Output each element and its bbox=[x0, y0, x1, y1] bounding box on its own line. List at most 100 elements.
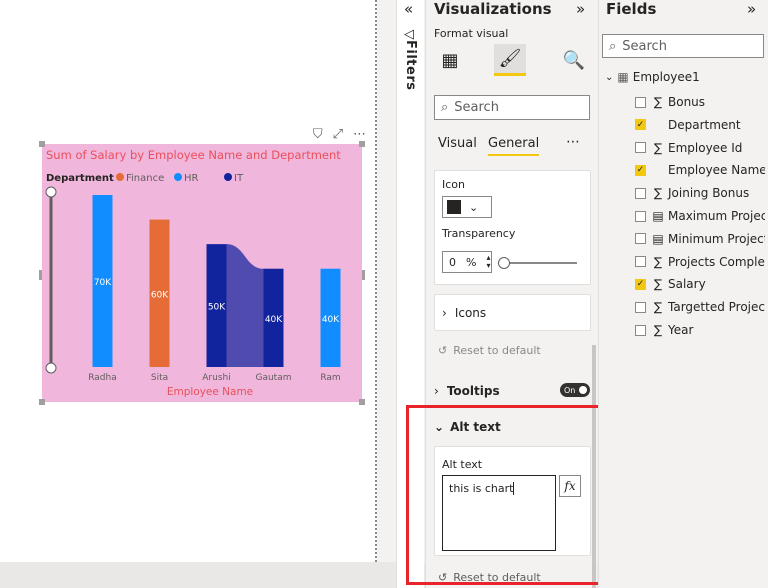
search-icon: ⌕ bbox=[441, 100, 449, 115]
chevron-down-icon: ⌄ bbox=[605, 71, 614, 83]
field-item[interactable]: ✓ Employee Name bbox=[635, 161, 765, 179]
field-item[interactable]: ▤ Minimum Projects bbox=[635, 230, 765, 248]
resize-handle-right[interactable] bbox=[362, 270, 365, 280]
tooltips-section[interactable]: › Tooltips On bbox=[434, 380, 591, 402]
field-checkbox[interactable] bbox=[635, 210, 646, 222]
transparency-input[interactable]: 0 % ▴ ▾ bbox=[442, 251, 492, 273]
transparency-label: Transparency bbox=[442, 227, 516, 240]
field-label: Employee Name bbox=[668, 163, 765, 178]
field-item[interactable]: ∑ Year bbox=[635, 321, 765, 339]
sigma-icon: ∑ bbox=[653, 186, 663, 201]
field-label: Projects Complet... bbox=[668, 254, 765, 269]
zoom-slider-handle-top bbox=[45, 186, 57, 198]
category-tick-label: Ram bbox=[320, 373, 340, 383]
collapse-fields-icon[interactable]: » bbox=[747, 0, 756, 18]
build-visual-icon[interactable]: ▦ bbox=[434, 44, 466, 76]
field-checkbox[interactable] bbox=[635, 142, 646, 154]
resize-handle-bottom-left[interactable] bbox=[39, 399, 45, 405]
icons-section-label: Icons bbox=[454, 305, 487, 320]
expand-filters-icon[interactable]: « bbox=[404, 0, 413, 18]
focus-mode-icon[interactable]: ⤢ bbox=[333, 127, 343, 143]
field-label: Salary bbox=[668, 277, 706, 292]
field-label: Joining Bonus bbox=[668, 186, 750, 201]
field-checkbox[interactable]: ✓ bbox=[635, 278, 646, 290]
legend-marker bbox=[174, 173, 182, 181]
fields-search-input[interactable]: ⌕ Search bbox=[602, 34, 764, 58]
search-icon: ⌕ bbox=[609, 38, 617, 54]
report-canvas[interactable]: ⛉ ⤢ ⋯ Sum of Salary by Employee Name and… bbox=[0, 0, 377, 562]
icon-settings-card: Icon ⌄ Transparency 0 % ▴ ▾ bbox=[434, 170, 591, 285]
sigma-icon: ∑ bbox=[653, 277, 663, 292]
field-checkbox[interactable]: ✓ bbox=[635, 119, 646, 131]
calculator-icon: ▤ bbox=[652, 231, 664, 246]
format-visual-icon[interactable]: 🖌 bbox=[494, 44, 526, 76]
visualizations-search-input[interactable]: ⌕ Search bbox=[434, 95, 590, 120]
color-swatch bbox=[447, 200, 461, 214]
field-checkbox[interactable]: ✓ bbox=[635, 164, 646, 176]
fields-pane: Fields » ⌕ Search ⌄ ▦ Employee1 ∑ Bonus ✓ D… bbox=[598, 0, 768, 588]
reset-to-default-link[interactable]: ↺ Reset to default bbox=[438, 344, 541, 357]
bar-chart-visual[interactable]: Sum of Salary by Employee Name and Depar… bbox=[39, 141, 365, 405]
sigma-icon: ∑ bbox=[653, 300, 663, 315]
icons-section[interactable]: › Icons bbox=[434, 294, 591, 331]
legend-entry: Finance bbox=[126, 173, 164, 184]
toggle-knob bbox=[579, 386, 587, 394]
field-checkbox[interactable] bbox=[635, 187, 646, 199]
transparency-unit: % bbox=[466, 255, 477, 269]
tab-general[interactable]: General bbox=[488, 136, 540, 156]
fields-title: Fields bbox=[606, 0, 657, 18]
resize-handle-top-left[interactable] bbox=[39, 141, 45, 147]
reset-label: Reset to default bbox=[453, 344, 541, 357]
field-label: Targetted Projects bbox=[668, 300, 765, 315]
field-checkbox[interactable] bbox=[635, 96, 646, 108]
chart-title: Sum of Salary by Employee Name and Depar… bbox=[46, 148, 341, 162]
more-options-icon[interactable]: ⋯ bbox=[566, 134, 580, 150]
search-placeholder: Search bbox=[622, 38, 667, 54]
filter-icon[interactable]: ⛉ bbox=[313, 127, 323, 143]
field-item[interactable]: ∑ Targetted Projects bbox=[635, 298, 765, 316]
field-checkbox[interactable] bbox=[635, 324, 646, 336]
icon-color-picker[interactable]: ⌄ bbox=[442, 196, 492, 218]
field-checkbox[interactable] bbox=[635, 233, 646, 245]
chart-svg: Sum of Salary by Employee Name and Depar… bbox=[45, 148, 341, 398]
field-item[interactable]: ∑ Projects Complet... bbox=[635, 253, 765, 271]
data-label: 50K bbox=[208, 303, 226, 313]
field-checkbox[interactable] bbox=[635, 301, 646, 313]
field-item[interactable]: ✓ Department bbox=[635, 116, 765, 134]
stepper-icon[interactable]: ▴ ▾ bbox=[486, 254, 490, 270]
zoom-slider-handle-bottom bbox=[45, 362, 57, 374]
transparency-slider-thumb[interactable] bbox=[498, 257, 510, 269]
collapse-visualizations-icon[interactable]: » bbox=[576, 0, 585, 18]
analytics-icon[interactable]: 🔍 bbox=[558, 44, 590, 76]
resize-handle-bottom-right[interactable] bbox=[359, 399, 365, 405]
legend-marker bbox=[116, 173, 124, 181]
table-name: Employee1 bbox=[632, 70, 700, 84]
table-node-employee1[interactable]: ⌄ ▦ Employee1 bbox=[605, 70, 700, 84]
legend-entry: HR bbox=[184, 173, 199, 184]
chevron-right-icon: › bbox=[434, 384, 439, 398]
category-tick-label: Arushi bbox=[202, 373, 230, 383]
field-checkbox[interactable] bbox=[635, 256, 646, 268]
category-tick-label: Radha bbox=[88, 373, 117, 383]
filters-label[interactable]: Filters bbox=[399, 40, 421, 90]
field-item[interactable]: ▤ Maximum Projects bbox=[635, 207, 765, 225]
field-item[interactable]: ∑ Employee Id bbox=[635, 139, 765, 157]
tooltips-label: Tooltips bbox=[446, 384, 500, 398]
field-item[interactable]: ✓ ∑ Salary bbox=[635, 275, 765, 293]
transparency-slider-track[interactable] bbox=[505, 262, 577, 264]
data-label: 40K bbox=[265, 315, 283, 325]
category-tick-label: Sita bbox=[151, 373, 168, 383]
resize-handle-top-right[interactable] bbox=[359, 141, 365, 147]
category-tick-label: Gautam bbox=[255, 373, 291, 383]
field-item[interactable]: ∑ Bonus bbox=[635, 93, 765, 111]
field-label: Minimum Projects bbox=[668, 231, 765, 246]
tooltips-toggle[interactable]: On bbox=[560, 383, 590, 397]
ribbon-connector bbox=[226, 244, 264, 367]
tab-visual[interactable]: Visual bbox=[438, 136, 477, 151]
data-label: 40K bbox=[322, 315, 340, 325]
chevron-down-icon: ⌄ bbox=[469, 200, 479, 214]
table-icon: ▦ bbox=[617, 70, 629, 84]
field-item[interactable]: ∑ Joining Bonus bbox=[635, 184, 765, 202]
sigma-icon: ∑ bbox=[653, 254, 663, 269]
resize-handle-left[interactable] bbox=[39, 270, 42, 280]
